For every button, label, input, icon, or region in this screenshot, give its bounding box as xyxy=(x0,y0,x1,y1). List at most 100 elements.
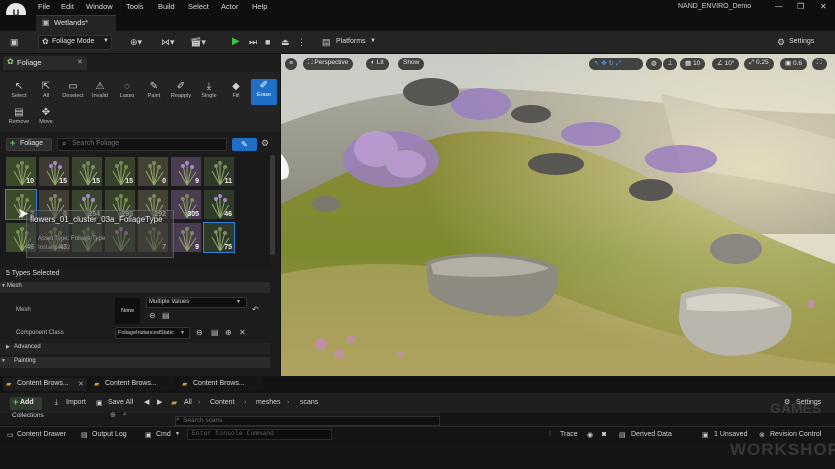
tool-paint[interactable]: ✎ Paint xyxy=(141,80,167,106)
tool-invalid[interactable]: ⚠ Invalid xyxy=(87,80,113,106)
more-options-icon[interactable]: ⋮ xyxy=(297,37,306,48)
select-icon[interactable]: ↖ xyxy=(594,60,599,67)
menu-window[interactable]: Window xyxy=(86,2,113,11)
grid-snap-button[interactable]: ▦ 10 xyxy=(680,58,706,70)
tool-remove[interactable]: ▤ Remove xyxy=(6,106,32,132)
eject-icon[interactable]: ⏏ xyxy=(281,37,290,48)
foliage-type-thumbnail[interactable]: 46 xyxy=(203,189,235,220)
perspective-button[interactable]: ⛶ Perspective xyxy=(303,58,354,70)
foliage-type-thumbnail[interactable]: 15 xyxy=(38,156,70,187)
revision-control-button[interactable]: Revision Control xyxy=(770,431,821,438)
scale-snap-button[interactable]: ⤢ 0.25 xyxy=(744,58,774,70)
settings-button[interactable]: Settings xyxy=(789,38,814,45)
foliage-type-thumbnail[interactable]: 75 xyxy=(203,222,235,253)
viewport-menu-icon[interactable]: ≡ xyxy=(285,58,297,70)
output-log-button[interactable]: Output Log xyxy=(92,431,127,438)
browse-icon[interactable]: ▤ xyxy=(211,328,219,337)
section-mesh[interactable]: Mesh xyxy=(0,282,270,293)
menu-help[interactable]: Help xyxy=(252,2,267,11)
derived-data-button[interactable]: Derived Data xyxy=(631,431,672,438)
arrow-use-icon[interactable]: ⊖ xyxy=(196,328,203,337)
show-button[interactable]: Show xyxy=(398,58,425,70)
paint-toggle-icon[interactable]: ✎ xyxy=(232,138,257,151)
menu-file[interactable]: File xyxy=(38,2,50,11)
tool-fill[interactable]: ◆ Fill xyxy=(223,80,249,106)
platforms-button[interactable]: Platforms xyxy=(336,38,366,45)
move-icon[interactable]: ✥ xyxy=(601,60,606,67)
blueprint-icon[interactable]: ⋈▾ xyxy=(161,37,175,48)
save-all-button[interactable]: Save All xyxy=(108,399,133,406)
stop-icon[interactable]: ■ xyxy=(265,37,270,47)
lit-button[interactable]: ◐ Lit xyxy=(366,58,389,70)
camera-icon[interactable]: ◙ xyxy=(602,431,606,438)
gear-icon[interactable]: ⚙ xyxy=(261,138,269,149)
tool-deselect[interactable]: ▭ Deselect xyxy=(60,80,86,106)
save-icon[interactable]: ▣ xyxy=(10,37,19,48)
section-advanced[interactable]: Advanced xyxy=(0,343,270,354)
camera-speed-button[interactable]: ▣ 0.6 xyxy=(780,58,807,70)
maximize-viewport-icon[interactable]: ⛶ xyxy=(812,58,827,70)
trace-button[interactable]: Trace xyxy=(560,431,578,438)
path-content[interactable]: Content xyxy=(210,399,235,406)
foliage-type-thumbnail[interactable]: 15 xyxy=(71,156,103,187)
add-actor-icon[interactable]: ⊕▾ xyxy=(130,37,142,48)
menu-select[interactable]: Select xyxy=(188,2,209,11)
tool-lasso[interactable]: ◌ Lasso xyxy=(114,80,140,106)
tool-select[interactable]: ↖ Select xyxy=(6,80,32,106)
tool-move[interactable]: ✥ Move xyxy=(33,106,59,132)
record-icon[interactable]: ◉ xyxy=(587,431,593,439)
clear-icon[interactable]: ✕ xyxy=(239,328,246,337)
path-scans[interactable]: scans xyxy=(300,399,318,406)
close-tab-icon[interactable]: ✕ xyxy=(78,380,84,388)
reset-icon[interactable]: ↶ xyxy=(252,305,259,314)
close-tab-icon[interactable]: ✕ xyxy=(77,58,83,66)
foliage-type-thumbnail[interactable]: 15 xyxy=(104,156,136,187)
back-icon[interactable]: ◀ xyxy=(144,398,149,406)
add-collection-icon[interactable]: ⊕ xyxy=(110,411,116,419)
forward-icon[interactable]: ▶ xyxy=(157,398,162,406)
path-all[interactable]: All xyxy=(184,399,192,406)
tool-all[interactable]: ⇱ All xyxy=(33,80,59,106)
menu-build[interactable]: Build xyxy=(158,2,175,11)
platforms-icon[interactable]: ▤ xyxy=(322,37,331,48)
step-icon[interactable]: ⏭ xyxy=(249,37,257,48)
menu-actor[interactable]: Actor xyxy=(221,2,239,11)
unsaved-button[interactable]: 1 Unsaved xyxy=(714,431,747,438)
section-painting[interactable]: Painting xyxy=(0,357,270,368)
play-icon[interactable]: ▶ xyxy=(232,36,240,47)
foliage-type-thumbnail[interactable]: 0 xyxy=(137,156,169,187)
browse-icon[interactable]: ▤ xyxy=(162,311,170,320)
foliage-type-thumbnail[interactable]: 9 xyxy=(170,222,202,253)
search-icon[interactable]: ⌕ xyxy=(123,411,127,419)
tool-reapply[interactable]: ✐ Reapply xyxy=(168,80,194,106)
foliage-type-thumbnail[interactable]: 305 xyxy=(170,189,202,220)
surface-snap-icon[interactable]: ⟂ xyxy=(663,58,678,70)
rotation-snap-button[interactable]: ∠ 10° xyxy=(712,58,740,70)
menu-tools[interactable]: Tools xyxy=(126,2,144,11)
maximize-icon[interactable]: ❐ xyxy=(797,2,804,11)
world-space-icon[interactable]: ◍ xyxy=(646,58,662,70)
tool-erase[interactable]: ✐ Erase xyxy=(251,79,277,105)
level-viewport[interactable] xyxy=(281,54,835,376)
scale-icon[interactable]: ⤢ xyxy=(616,60,621,67)
import-button[interactable]: Import xyxy=(66,399,86,406)
cmd-select[interactable]: Cmd xyxy=(156,431,171,438)
arrow-use-icon[interactable]: ⊖ xyxy=(149,311,156,320)
close-icon[interactable]: ✕ xyxy=(820,2,827,11)
gear-icon[interactable]: ⚙ xyxy=(777,37,785,48)
add-icon[interactable]: ⊕ xyxy=(225,328,232,337)
content-drawer-button[interactable]: Content Drawer xyxy=(17,431,66,438)
transform-tools[interactable]: ↖ ✥ ↻ ⤢ xyxy=(589,58,643,70)
cinematics-icon[interactable]: 🎬︎▾ xyxy=(190,37,206,48)
foliage-type-thumbnail[interactable]: 11 xyxy=(203,156,235,187)
foliage-type-thumbnail[interactable]: 10 xyxy=(5,156,37,187)
scrollbar[interactable] xyxy=(270,155,275,255)
rotate-icon[interactable]: ↻ xyxy=(609,60,614,67)
path-meshes[interactable]: meshes xyxy=(256,399,281,406)
foliage-tab[interactable] xyxy=(3,56,87,70)
collections-label[interactable]: Collections xyxy=(12,412,44,419)
menu-edit[interactable]: Edit xyxy=(61,2,74,11)
minimize-icon[interactable]: — xyxy=(775,2,783,11)
tool-single[interactable]: ⤓ Single xyxy=(196,80,222,106)
foliage-type-thumbnail[interactable]: 9 xyxy=(170,156,202,187)
